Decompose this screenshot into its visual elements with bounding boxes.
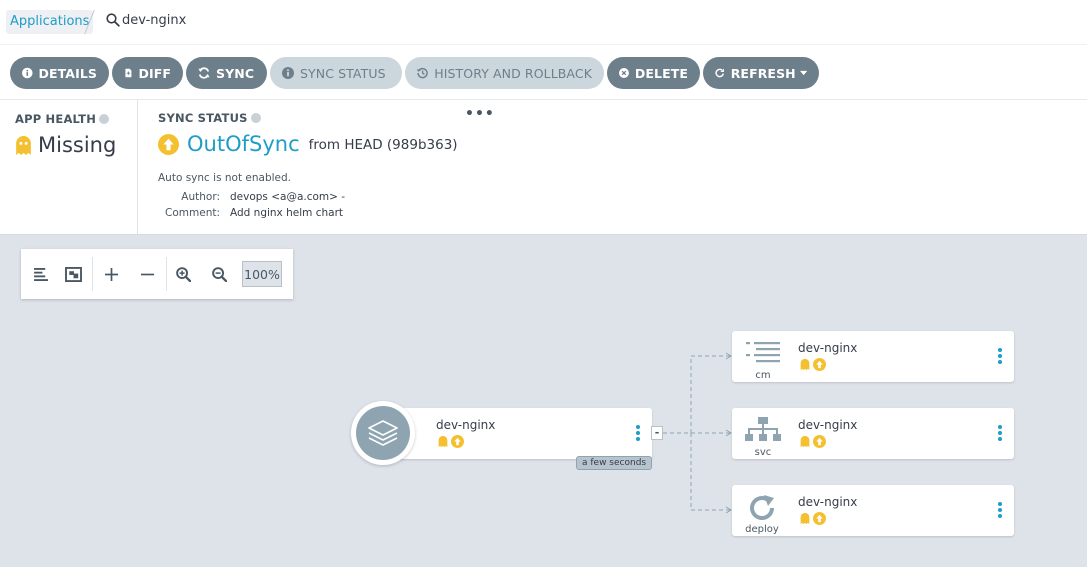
breadcrumb-applications-link[interactable]: Applications xyxy=(6,10,94,34)
resource-node-deploy[interactable]: deploy dev-nginx xyxy=(732,485,1014,536)
zoom-level: 100% xyxy=(242,261,282,287)
sync-button[interactable]: SYNC xyxy=(186,57,267,89)
arrow-circle-up-icon xyxy=(813,435,826,448)
app-node-age-badge: a few seconds xyxy=(576,456,653,470)
resource-kind-cm: cm xyxy=(755,370,771,381)
resource-tree-graph: 100% dev-nginx a few seconds - cm dev-ng xyxy=(0,235,1087,567)
resource-node-cm[interactable]: cm dev-nginx xyxy=(732,331,1014,382)
toolbar-divider xyxy=(166,257,167,291)
ghost-icon xyxy=(16,135,31,155)
app-health-label-text: APP HEALTH xyxy=(15,112,97,126)
search-icon[interactable] xyxy=(106,13,120,27)
ghost-icon xyxy=(800,512,810,525)
tree-view-icon[interactable] xyxy=(29,262,53,286)
app-node-icon-circle xyxy=(351,401,415,465)
comment-key: Comment: xyxy=(165,207,220,219)
delete-button[interactable]: DELETE xyxy=(607,57,700,89)
sync-status-section-label: SYNC STATUS xyxy=(158,111,261,125)
sync-status-label-text: SYNC STATUS xyxy=(158,111,248,125)
sync-label: SYNC xyxy=(216,65,255,81)
app-health-status: Missing xyxy=(38,133,117,157)
comment-row: Comment: Add nginx helm chart xyxy=(158,207,358,221)
app-node-name: dev-nginx xyxy=(436,418,496,432)
resource-node-svc[interactable]: svc dev-nginx xyxy=(732,408,1014,459)
arrow-circle-up-icon xyxy=(813,358,826,371)
help-icon[interactable] xyxy=(250,113,261,123)
resource-kind-svc: svc xyxy=(754,447,772,458)
refresh-label: REFRESH xyxy=(730,65,796,81)
info-icon xyxy=(22,67,33,79)
sync-status-button[interactable]: SYNC STATUS xyxy=(270,57,402,89)
graph-toolbar: 100% xyxy=(21,249,293,299)
fit-view-icon[interactable] xyxy=(61,262,85,286)
history-rollback-button[interactable]: HISTORY AND ROLLBACK xyxy=(405,57,604,89)
details-button[interactable]: DETAILS xyxy=(10,57,109,89)
diff-button[interactable]: DIFF xyxy=(112,57,183,89)
service-icon xyxy=(745,417,781,441)
sync-revision: from HEAD (989b363) xyxy=(308,137,458,153)
deployment-icon xyxy=(750,495,774,520)
resource-menu-icon[interactable] xyxy=(998,348,1002,366)
resource-name-svc: dev-nginx xyxy=(798,418,858,432)
app-node-menu-icon[interactable] xyxy=(636,425,640,443)
breadcrumb-current-app[interactable]: dev-nginx xyxy=(122,13,186,28)
arrow-circle-up-icon xyxy=(451,435,464,448)
resource-status-badges xyxy=(800,512,826,525)
resource-status-badges xyxy=(800,435,826,448)
sync-status-value: OutOfSync from HEAD (989b363) xyxy=(158,132,458,156)
ghost-icon xyxy=(800,358,810,371)
configmap-icon xyxy=(746,342,780,363)
file-diff-icon xyxy=(125,68,132,78)
resource-menu-icon[interactable] xyxy=(998,502,1002,520)
ghost-icon xyxy=(438,435,448,448)
minus-icon[interactable] xyxy=(135,262,159,286)
auto-sync-message: Auto sync is not enabled. xyxy=(158,172,292,184)
author-value: devops <a@a.com> - xyxy=(230,191,346,203)
author-key: Author: xyxy=(181,191,220,203)
sync-icon xyxy=(198,67,210,79)
comment-value: Add nginx helm chart xyxy=(230,207,344,219)
details-label: DETAILS xyxy=(38,65,97,81)
arrow-circle-up-icon xyxy=(158,133,179,155)
layers-icon xyxy=(368,420,398,446)
app-health-section: APP HEALTH Missing xyxy=(0,100,138,234)
arrow-circle-up-icon xyxy=(813,512,826,525)
resource-name-deploy: dev-nginx xyxy=(798,495,858,509)
plus-icon[interactable] xyxy=(99,262,123,286)
toolbar-divider xyxy=(92,257,93,291)
resource-name-cm: dev-nginx xyxy=(798,341,858,355)
resource-menu-icon[interactable] xyxy=(998,425,1002,443)
info-icon xyxy=(282,67,294,79)
close-circle-icon xyxy=(619,68,629,78)
history-rollback-label: HISTORY AND ROLLBACK xyxy=(434,65,592,81)
status-panel: APP HEALTH Missing SYNC STATUS ••• OutOf… xyxy=(0,99,1087,235)
collapse-toggle[interactable]: - xyxy=(651,426,663,440)
breadcrumb-bar: Applications dev-nginx xyxy=(0,0,1087,44)
toolbar: DETAILS DIFF SYNC SYNC STATUS HISTORY AN… xyxy=(0,44,1087,99)
history-icon xyxy=(417,67,428,79)
resource-status-badges xyxy=(800,358,826,371)
resource-kind-deploy: deploy xyxy=(745,524,779,535)
refresh-icon xyxy=(715,68,725,78)
sync-state: OutOfSync xyxy=(187,132,300,156)
diff-label: DIFF xyxy=(138,65,171,81)
more-options-icon[interactable]: ••• xyxy=(465,106,495,122)
zoom-out-icon[interactable] xyxy=(207,262,231,286)
ghost-icon xyxy=(800,435,810,448)
caret-down-icon[interactable] xyxy=(799,70,807,76)
delete-label: DELETE xyxy=(634,65,688,81)
refresh-button[interactable]: REFRESH xyxy=(703,57,819,89)
help-icon[interactable] xyxy=(99,114,110,124)
app-health-value: Missing xyxy=(15,133,116,157)
author-row: Author: devops <a@a.com> - xyxy=(158,191,358,205)
app-health-label: APP HEALTH xyxy=(15,112,110,126)
app-node-status-badges xyxy=(438,435,464,448)
zoom-in-icon[interactable] xyxy=(171,262,195,286)
app-node[interactable]: dev-nginx xyxy=(383,408,652,459)
sync-status-label: SYNC STATUS xyxy=(300,65,386,81)
